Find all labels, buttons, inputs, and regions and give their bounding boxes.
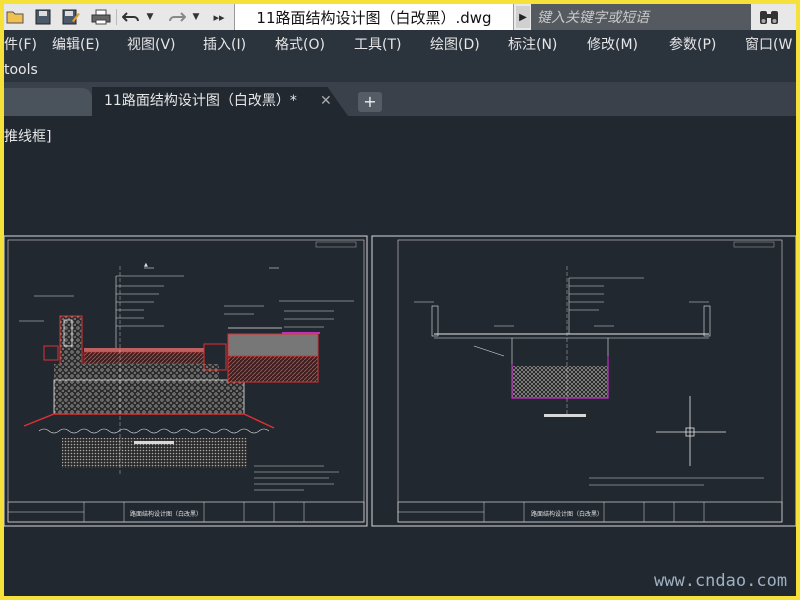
ribbon-row: tools: [4, 60, 796, 82]
open-icon[interactable]: [4, 6, 26, 28]
menu-insert[interactable]: 插入(I): [203, 30, 246, 60]
menu-draw[interactable]: 绘图(D): [430, 30, 480, 60]
save-as-icon[interactable]: [60, 6, 82, 28]
menu-view[interactable]: 视图(V): [127, 30, 176, 60]
menu-bar: 件(F) 编辑(E) 视图(V) 插入(I) 格式(O) 工具(T) 绘图(D)…: [4, 30, 796, 60]
menu-window[interactable]: 窗口(W: [745, 30, 792, 60]
tab-start[interactable]: [4, 88, 92, 116]
document-title: 11路面结构设计图（白改黑）.dwg: [234, 4, 514, 30]
menu-parametric[interactable]: 参数(P): [669, 30, 716, 60]
binoculars-icon[interactable]: [756, 6, 782, 28]
menu-edit[interactable]: 编辑(E): [52, 30, 100, 60]
undo-icon[interactable]: [120, 6, 142, 28]
menu-modify[interactable]: 修改(M): [587, 30, 638, 60]
quick-access-toolbar: ▼ ▼ ▸▸ 11路面结构设计图（白改黑）.dwg ▶ 键入关键字或短语: [4, 4, 796, 30]
menu-format[interactable]: 格式(O): [275, 30, 325, 60]
print-icon[interactable]: [90, 6, 112, 28]
sheet-right-title: 路面结构设计图（白改黑）: [531, 510, 603, 518]
save-icon[interactable]: [32, 6, 54, 28]
more-icon[interactable]: ▸▸: [208, 6, 230, 28]
menu-tools[interactable]: 工具(T): [354, 30, 401, 60]
close-icon[interactable]: ✕: [320, 87, 332, 116]
tab-document[interactable]: 11路面结构设计图（白改黑）* ✕: [92, 87, 348, 116]
undo-dropdown-icon[interactable]: ▼: [144, 6, 156, 28]
cad-drawing: ▲ 路面结构设计图（白改黑） 路面结构设计图（白改黑）: [4, 235, 796, 527]
plus-icon[interactable]: +: [358, 92, 382, 112]
redo-icon[interactable]: [166, 6, 188, 28]
sheet-left-title: 路面结构设计图（白改黑）: [130, 510, 202, 518]
sheet-right: 路面结构设计图（白改黑）: [371, 235, 796, 527]
sheet-left: ▲ 路面结构设计图（白改黑）: [4, 235, 368, 527]
file-tab-bar: 11路面结构设计图（白改黑）* ✕ +: [4, 82, 796, 116]
menu-file[interactable]: 件(F): [4, 30, 37, 60]
play-icon[interactable]: ▶: [516, 6, 530, 28]
svg-text:▲: ▲: [144, 262, 148, 268]
search-input[interactable]: 键入关键字或短语: [531, 4, 751, 30]
menu-dimension[interactable]: 标注(N): [508, 30, 557, 60]
separator: [116, 9, 117, 25]
drawing-canvas[interactable]: 推线框] ▲ 路面结构设计图（白改黑） 路面结构设计图（白改黑） www.cnd…: [4, 116, 796, 596]
autocad-window: ▼ ▼ ▸▸ 11路面结构设计图（白改黑）.dwg ▶ 键入关键字或短语 件(F…: [4, 4, 796, 596]
tools-label[interactable]: tools: [4, 62, 38, 78]
tab-document-label: 11路面结构设计图（白改黑）*: [104, 93, 297, 109]
watermark: www.cndao.com: [654, 571, 788, 591]
redo-dropdown-icon[interactable]: ▼: [190, 6, 202, 28]
